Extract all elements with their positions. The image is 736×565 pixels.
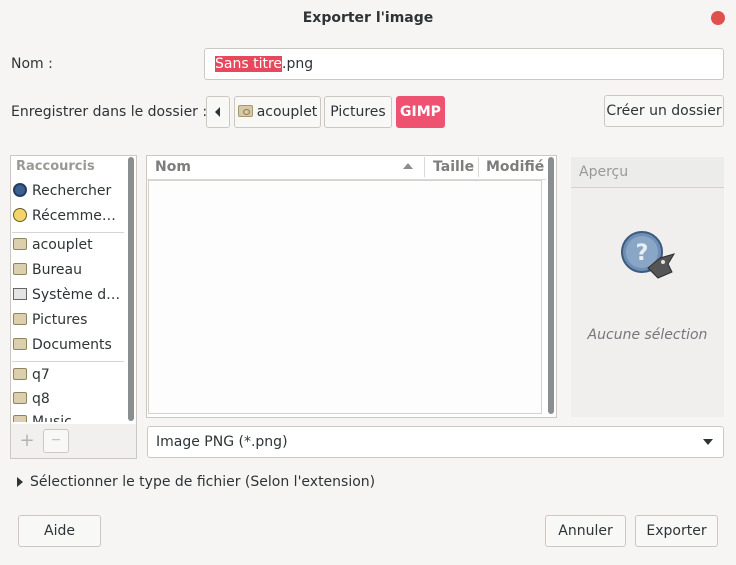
path-crumb-label: GIMP xyxy=(400,104,441,120)
create-folder-button[interactable]: Créer un dossier xyxy=(604,95,724,127)
folder-icon xyxy=(13,392,27,404)
preview-empty-text: Aucune sélection xyxy=(587,327,708,343)
sidebar-item-label: Documents xyxy=(32,337,112,353)
sidebar-item-q7[interactable]: q7 xyxy=(13,363,123,387)
file-type-filter-value: Image PNG (*.png) xyxy=(156,434,288,450)
help-question-icon: ? xyxy=(621,231,676,279)
remove-bookmark-button[interactable]: — xyxy=(43,429,69,453)
sidebar-item-label: acouplet xyxy=(32,237,93,253)
path-crumb-label: Pictures xyxy=(330,104,386,120)
add-bookmark-button[interactable]: + xyxy=(14,429,40,453)
chevron-right-icon xyxy=(17,477,23,487)
sidebar-item-label: Bureau xyxy=(32,262,82,278)
sidebar-item-documents[interactable]: Documents xyxy=(13,333,123,357)
close-button[interactable] xyxy=(711,11,725,25)
home-folder-icon xyxy=(13,238,27,250)
path-crumb-acouplet[interactable]: acouplet xyxy=(234,96,321,128)
dialog-title: Exporter l'image xyxy=(302,10,434,26)
sort-ascending-icon xyxy=(403,163,413,169)
folder-icon xyxy=(13,368,27,380)
filetype-expander-label: Sélectionner le type de fichier (Selon l… xyxy=(30,474,376,490)
sidebar-item-label: Music xyxy=(32,414,72,422)
sidebar-item-label: Récemme… xyxy=(32,208,116,224)
sidebar-item-pictures[interactable]: Pictures xyxy=(13,308,123,332)
sidebar-header: Raccourcis xyxy=(16,159,95,174)
sidebar-item-label: q8 xyxy=(32,391,50,407)
pictures-folder-icon xyxy=(13,313,27,325)
clock-icon xyxy=(13,208,27,222)
sidebar-item-music[interactable]: Music xyxy=(13,410,123,422)
file-list-body[interactable] xyxy=(148,180,542,414)
cancel-button[interactable]: Annuler xyxy=(545,515,626,547)
sidebar-divider xyxy=(12,361,124,362)
home-folder-icon xyxy=(237,105,253,117)
chevron-left-icon xyxy=(215,107,220,117)
file-type-filter-select[interactable]: Image PNG (*.png) xyxy=(147,426,724,458)
chevron-down-icon xyxy=(703,439,713,445)
sidebar-item-label: Pictures xyxy=(32,312,88,328)
drive-icon xyxy=(13,288,27,300)
save-in-folder-label: Enregistrer dans le dossier : xyxy=(11,104,208,120)
column-header-name[interactable]: Nom xyxy=(155,155,191,179)
export-button[interactable]: Exporter xyxy=(635,515,718,547)
path-crumb-pictures[interactable]: Pictures xyxy=(324,96,392,128)
column-header-size[interactable]: Taille xyxy=(433,155,474,179)
folder-icon xyxy=(13,415,27,422)
search-icon xyxy=(13,183,27,197)
sidebar-item-recent[interactable]: Récemme… xyxy=(13,204,123,228)
column-header-modified[interactable]: Modifié xyxy=(486,155,544,179)
filename-extension-text: .png xyxy=(282,56,314,72)
help-button[interactable]: Aide xyxy=(18,515,101,547)
sidebar-item-label: q7 xyxy=(32,367,50,383)
sidebar-item-label: Système d… xyxy=(32,287,121,303)
documents-folder-icon xyxy=(13,338,27,350)
svg-text:?: ? xyxy=(636,241,649,266)
column-divider xyxy=(478,157,479,177)
sidebar-item-q8[interactable]: q8 xyxy=(13,387,123,411)
sidebar-scrollbar[interactable] xyxy=(128,157,134,421)
sidebar-item-search[interactable]: Rechercher xyxy=(13,179,123,203)
file-list-scrollbar[interactable] xyxy=(548,157,554,414)
preview-header: Aperçu xyxy=(571,157,724,188)
path-crumb-label: acouplet xyxy=(256,104,318,120)
path-crumb-gimp[interactable]: GIMP xyxy=(396,96,445,128)
filename-input[interactable]: Sans titre.png xyxy=(204,48,724,80)
column-divider xyxy=(424,157,425,177)
name-label: Nom : xyxy=(11,56,53,72)
filetype-expander[interactable]: Sélectionner le type de fichier (Selon l… xyxy=(16,472,375,492)
desktop-folder-icon xyxy=(13,263,27,275)
sidebar-item-filesystem[interactable]: Système d… xyxy=(13,283,123,307)
sidebar-item-desktop[interactable]: Bureau xyxy=(13,258,123,282)
path-back-button[interactable] xyxy=(206,96,230,128)
preview-panel xyxy=(571,188,724,417)
sidebar-item-home[interactable]: acouplet xyxy=(13,233,123,257)
sidebar-item-label: Rechercher xyxy=(32,183,112,199)
filename-selected-text: Sans titre xyxy=(215,56,283,72)
